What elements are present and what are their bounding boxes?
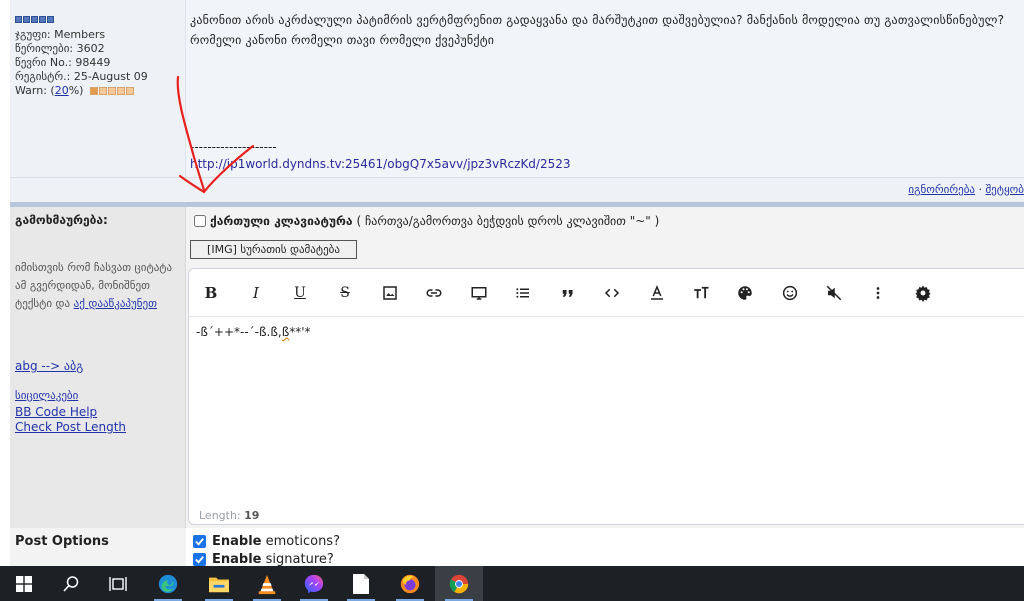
- italic-icon[interactable]: I: [243, 281, 269, 305]
- windows-taskbar: [0, 566, 1024, 601]
- file-icon[interactable]: [337, 566, 385, 601]
- georgian-keyboard-label: ქართული კლავიატურა: [210, 214, 353, 228]
- more-vertical-icon[interactable]: [865, 281, 891, 305]
- firefox-icon[interactable]: [386, 566, 434, 601]
- emoji-icon[interactable]: [777, 281, 803, 305]
- font-size-icon[interactable]: [688, 281, 714, 305]
- warn-level-bar: [89, 87, 134, 95]
- smilies-link[interactable]: სიცილაკები: [15, 389, 78, 402]
- chrome-icon[interactable]: [435, 566, 483, 601]
- signature-separator: --------------------: [190, 140, 277, 154]
- text-color-icon[interactable]: [644, 281, 670, 305]
- image-icon[interactable]: [377, 281, 403, 305]
- warn-link[interactable]: 20: [55, 84, 69, 97]
- task-view-icon[interactable]: [94, 566, 142, 601]
- forum-page: ჯგუფი: Members წერილები: 3602 წევრი No.:…: [0, 0, 1024, 566]
- strikethrough-icon[interactable]: S: [332, 281, 358, 305]
- underline-icon[interactable]: U: [287, 281, 313, 305]
- list-icon[interactable]: [510, 281, 536, 305]
- bbcode-help-link[interactable]: BB Code Help: [15, 405, 97, 419]
- enable-signature-checkbox[interactable]: [193, 553, 206, 566]
- palette-icon[interactable]: [732, 281, 758, 305]
- code-icon[interactable]: [599, 281, 625, 305]
- quote-hint: იმისთვის რომ ჩასვათ ციტატა ამ გვერდიდან,…: [15, 261, 173, 310]
- file-explorer-icon[interactable]: [195, 566, 243, 601]
- ignore-link[interactable]: იგნორირება: [908, 183, 975, 196]
- rank-pips: [15, 16, 54, 23]
- post-actions: იგნორირება · შეტყობ: [908, 183, 1024, 196]
- length-value: 19: [244, 509, 260, 522]
- post-options-sidebar: Post Options: [10, 528, 186, 566]
- link-icon[interactable]: [421, 281, 447, 305]
- reply-title: გამოხმაურება:: [15, 213, 108, 227]
- enable-emoticons-checkbox[interactable]: [193, 535, 206, 548]
- user-group: ჯგუფი: Members: [15, 28, 106, 41]
- user-registered: რეგისტრ.: 25-August 09: [15, 70, 148, 83]
- enable-signature-option[interactable]: Enable signature?: [193, 552, 334, 566]
- bold-icon[interactable]: B: [198, 281, 224, 305]
- quote-here-link[interactable]: აქ დააწკაპუნეთ: [74, 297, 157, 310]
- user-info: ჯგუფი: Members წერილები: 3602 წევრი No.:…: [15, 28, 148, 98]
- reply-sidebar: გამოხმაურება: იმისთვის რომ ჩასვათ ციტატა…: [10, 207, 186, 528]
- georgian-keyboard-checkbox[interactable]: [194, 215, 206, 227]
- quote-icon[interactable]: [555, 281, 581, 305]
- gear-icon[interactable]: [910, 281, 936, 305]
- mute-icon[interactable]: [821, 281, 847, 305]
- user-warn: Warn: (20%): [15, 84, 148, 98]
- post-editor[interactable]: B I U S -ß´++*--´-ß.ß,ß**'* Length: 19: [188, 268, 1024, 525]
- windows-start-icon[interactable]: [0, 566, 48, 601]
- abg-link[interactable]: abg --> აბგ: [15, 359, 83, 373]
- post-footer: იგნორირება · შეტყობ: [10, 177, 1024, 202]
- post-options-title: Post Options: [15, 534, 109, 549]
- message-link[interactable]: შეტყობ: [985, 183, 1024, 196]
- user-info-panel: ჯგუფი: Members წერილები: 3602 წევრი No.:…: [10, 0, 186, 177]
- search-icon[interactable]: [47, 566, 95, 601]
- user-posts: წერილები: 3602: [15, 42, 105, 55]
- vlc-icon[interactable]: [243, 566, 291, 601]
- enable-emoticons-option[interactable]: Enable emoticons?: [193, 534, 340, 549]
- georgian-keyboard-toggle: ქართული კლავიატურა ( ჩართვა/გამორთვა ბეჭ…: [194, 214, 659, 228]
- editor-content[interactable]: -ß´++*--´-ß.ß,ß**'*: [196, 325, 311, 339]
- post-body: კანონით არის აკრძალული პატიმრის ვერტმფრე…: [190, 13, 1005, 47]
- monitor-icon[interactable]: [466, 281, 492, 305]
- messenger-icon[interactable]: [290, 566, 338, 601]
- length-counter: Length: 19: [199, 509, 260, 522]
- post-options: Post Options Enable emoticons? Enable si…: [10, 528, 1024, 566]
- georgian-keyboard-hint: ( ჩართვა/გამორთვა ბეჭდვის დროს კლავიშით …: [356, 214, 660, 228]
- check-post-length-link[interactable]: Check Post Length: [15, 420, 126, 434]
- signature-link: http://ip1world.dyndns.tv:25461/obgQ7x5a…: [190, 157, 571, 171]
- add-image-button[interactable]: [IMG] სურათის დამატება: [190, 240, 357, 259]
- user-number: წევრი No.: 98449: [15, 56, 111, 69]
- editor-toolbar: B I U S: [189, 269, 1024, 317]
- edge-icon[interactable]: [144, 566, 192, 601]
- reply-section: გამოხმაურება: იმისთვის რომ ჩასვათ ციტატა…: [10, 207, 1024, 528]
